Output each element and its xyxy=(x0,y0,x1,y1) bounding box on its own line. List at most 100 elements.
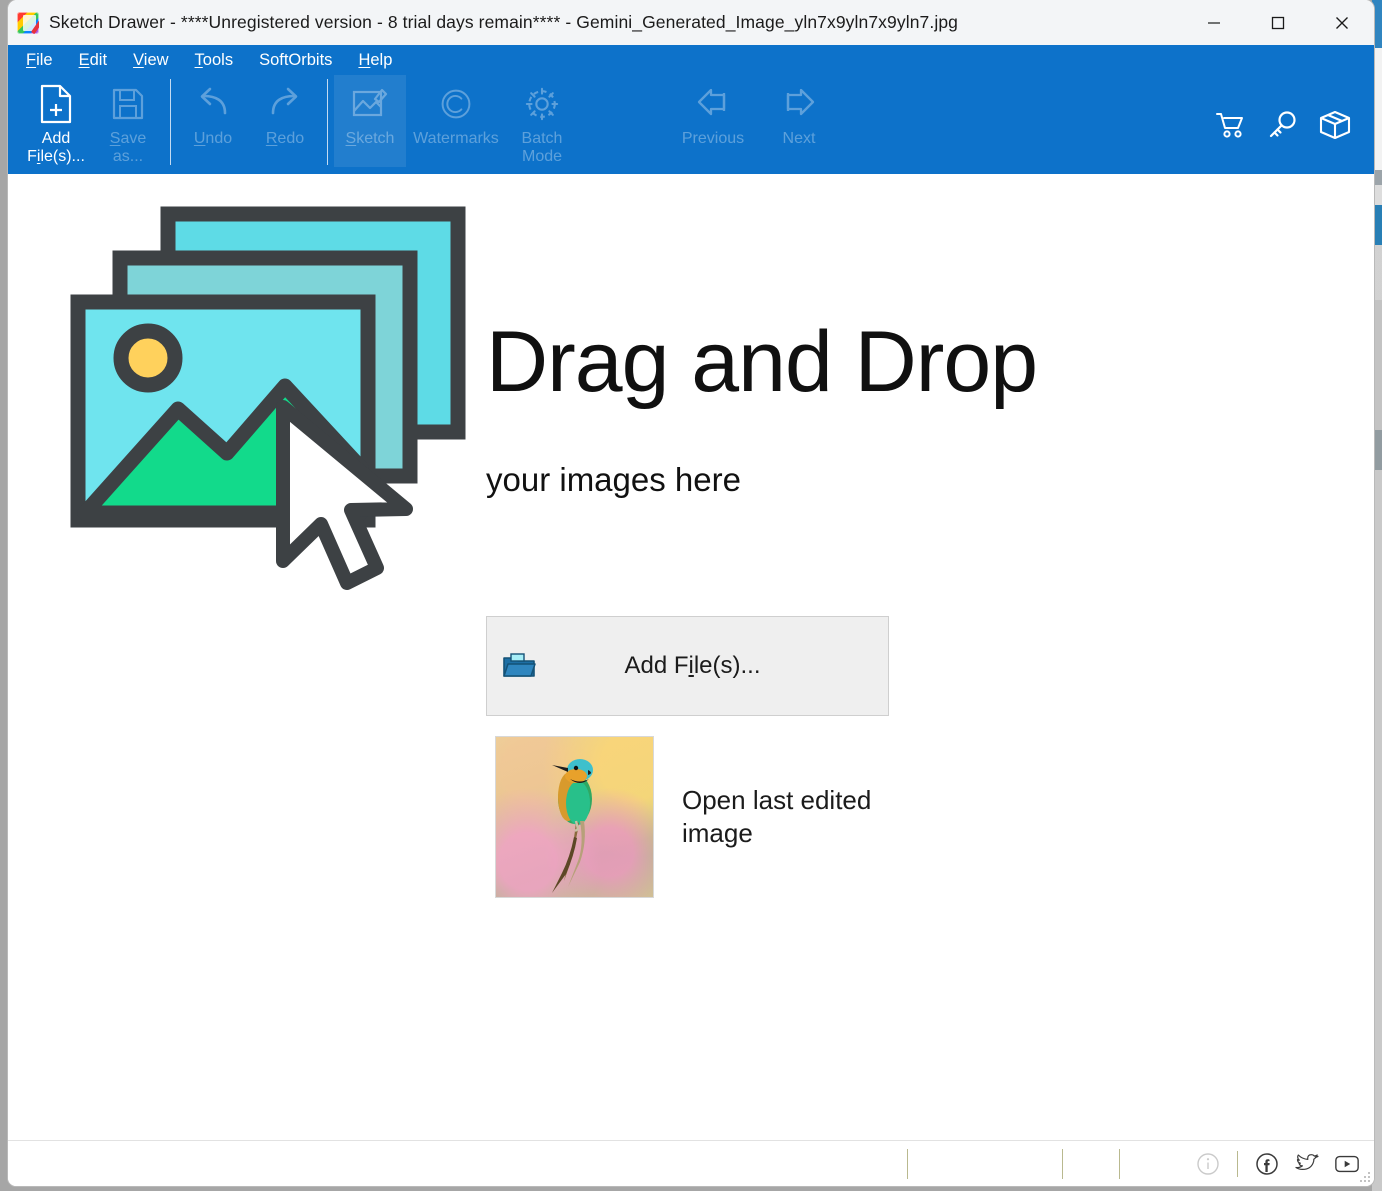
page-subtitle: your images here xyxy=(486,461,741,498)
add-files-post: le(s)... xyxy=(40,147,85,165)
twitter-icon[interactable] xyxy=(1294,1151,1320,1177)
menu-tools-accel: T xyxy=(194,50,203,69)
close-button[interactable] xyxy=(1310,0,1374,45)
close-icon xyxy=(1336,16,1348,29)
title-bar: Sketch Drawer - ****Unregistered version… xyxy=(8,0,1374,45)
undo-arrow-icon xyxy=(193,84,233,124)
add-file-icon xyxy=(39,84,73,124)
toolbar-save-as-button[interactable]: Save as... xyxy=(92,75,164,167)
add-files-button[interactable]: Add File(s)... xyxy=(486,616,889,716)
menu-edit-accel: E xyxy=(78,50,90,69)
toolbar-batch-line2: Mode xyxy=(521,147,563,165)
toolbar-group-history: Undo Redo xyxy=(177,75,321,174)
menu-help-accel: H xyxy=(358,50,371,69)
drag-drop-images-cursor-illustration xyxy=(70,206,470,596)
window-title: Sketch Drawer - ****Unregistered version… xyxy=(49,12,958,32)
menu-item-help[interactable]: Help xyxy=(356,49,394,72)
undo-accel: U xyxy=(193,130,206,147)
toolbar-redo-button[interactable]: Redo xyxy=(249,75,321,167)
toolbar-undo-label: Undo xyxy=(192,130,234,148)
facebook-icon[interactable] xyxy=(1254,1151,1280,1177)
menu-bar: File Edit View Tools SoftOrbits Help xyxy=(8,45,1374,75)
toolbar-save-as-line2: as... xyxy=(112,147,144,165)
toolbar-previous-button[interactable]: Previous xyxy=(663,75,763,167)
page-title: Drag and Drop xyxy=(486,314,1038,410)
redo-rest: edo xyxy=(277,130,305,147)
toolbar-add-files-line2: File(s)... xyxy=(25,148,87,166)
status-pane-1 xyxy=(8,1148,908,1179)
toolbar-sketch-label: Sketch xyxy=(344,130,397,148)
minimize-icon xyxy=(1208,21,1220,24)
menu-item-softorbits[interactable]: SoftOrbits xyxy=(257,49,334,72)
toolbar-undo-button[interactable]: Undo xyxy=(177,75,249,167)
toolbar-watermarks-label: Watermarks xyxy=(413,130,499,147)
copyright-icon xyxy=(437,84,475,124)
menu-file-label: ile xyxy=(36,50,53,69)
resize-grip-icon[interactable] xyxy=(1358,1170,1371,1183)
toolbar-batch-mode-button[interactable]: Batch Mode xyxy=(506,75,578,167)
toolbar-separator-1 xyxy=(170,79,171,165)
main-content-drop-area[interactable]: Drag and Drop your images here Add File(… xyxy=(8,174,1374,1140)
folder-open-icon xyxy=(499,652,539,680)
redo-arrow-icon xyxy=(265,84,305,124)
arrow-left-icon xyxy=(694,84,732,124)
menu-view-accel: V xyxy=(133,50,144,69)
sketch-accel: S xyxy=(345,130,357,147)
menu-item-file[interactable]: File xyxy=(24,49,55,72)
maximize-button[interactable] xyxy=(1246,0,1310,45)
toolbar-previous-label: Previous xyxy=(681,130,745,147)
minimize-button[interactable] xyxy=(1182,0,1246,45)
add-files-btn-post: le(s)... xyxy=(693,652,761,679)
status-bar xyxy=(8,1140,1374,1186)
add-files-pre: F xyxy=(27,147,37,165)
menu-item-edit[interactable]: Edit xyxy=(77,49,109,72)
open-last-edited-image-row[interactable]: Open last edited image xyxy=(495,736,912,898)
status-social-icons xyxy=(1195,1141,1360,1186)
toolbar-add-files-line1: Add xyxy=(41,130,71,147)
status-pane-3 xyxy=(1063,1148,1120,1179)
youtube-icon[interactable] xyxy=(1334,1151,1360,1177)
info-icon[interactable] xyxy=(1195,1151,1221,1177)
sketch-pencil-image-icon xyxy=(351,84,389,124)
toolbar-group-effects: Sketch Watermarks Batch Mode xyxy=(334,75,578,174)
menu-item-view[interactable]: View xyxy=(131,49,170,72)
box-package-icon[interactable] xyxy=(1318,108,1352,142)
menu-help-label: elp xyxy=(370,50,393,69)
toolbar-save-as-line1: Save xyxy=(108,130,148,148)
bee-eater-bird-thumbnail[interactable] xyxy=(495,736,654,898)
status-pane-2 xyxy=(908,1148,1063,1179)
menu-tools-label: ools xyxy=(202,50,234,69)
toolbar-watermarks-button[interactable]: Watermarks xyxy=(406,75,506,167)
toolbar-batch-line1: Batch xyxy=(521,130,563,147)
sketch-drawer-window: Sketch Drawer - ****Unregistered version… xyxy=(8,0,1374,1186)
sketch-drawer-logo-icon xyxy=(17,11,39,34)
save-as-accel: S xyxy=(109,130,121,147)
redo-accel: R xyxy=(265,130,278,147)
menu-item-tools[interactable]: Tools xyxy=(193,49,236,72)
add-files-btn-pre: Add F xyxy=(624,652,689,679)
shopping-cart-icon[interactable] xyxy=(1214,108,1248,142)
open-last-edited-image-label: Open last edited image xyxy=(682,785,872,849)
menu-file-accel: F xyxy=(26,50,37,69)
key-icon[interactable] xyxy=(1266,108,1300,142)
toolbar-next-button[interactable]: Next xyxy=(763,75,835,167)
gear-icon xyxy=(523,84,561,124)
drop-text-block: Drag and Drop your images here xyxy=(486,314,1038,499)
arrow-right-icon xyxy=(780,84,818,124)
window-controls xyxy=(1182,0,1374,45)
toolbar-right-icons xyxy=(1214,75,1352,174)
toolbar-group-file: Add File(s)... Save as... xyxy=(20,75,164,174)
maximize-icon xyxy=(1271,16,1285,29)
menu-softorbits-label: SoftOrbits xyxy=(259,50,333,69)
save-icon xyxy=(111,84,145,124)
menu-view-label: iew xyxy=(143,50,169,69)
toolbar-add-files-button[interactable]: Add File(s)... xyxy=(20,75,92,167)
menu-edit-label: dit xyxy=(89,50,108,69)
toolbar-redo-label: Redo xyxy=(264,130,306,148)
screen-root: Sketch Drawer - ****Unregistered version… xyxy=(0,0,1382,1191)
toolbar-next-label: Next xyxy=(782,130,816,147)
toolbar-sketch-button[interactable]: Sketch xyxy=(334,75,406,167)
toolbar-separator-2 xyxy=(327,79,328,165)
add-files-button-label: Add File(s)... xyxy=(539,652,888,680)
sketch-rest: ketch xyxy=(356,130,395,147)
